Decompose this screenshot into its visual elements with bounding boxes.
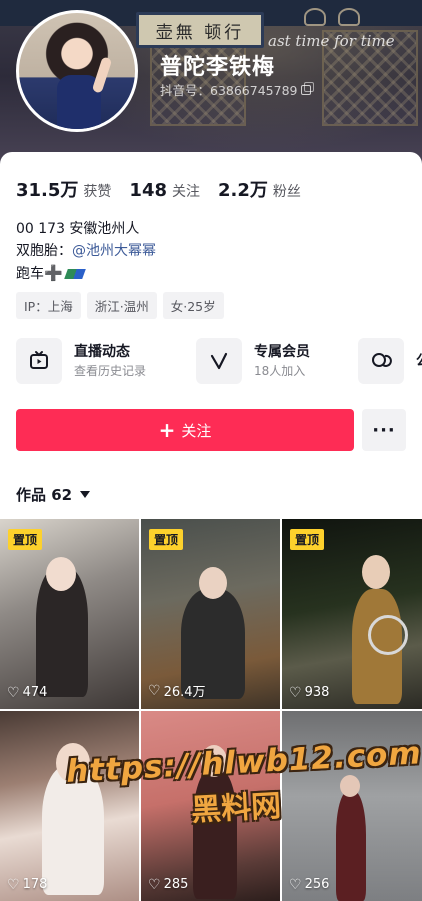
thumbnail-figure [201, 745, 227, 777]
pinned-badge: 置顶 [8, 529, 43, 550]
thumbnail-figure [199, 567, 227, 599]
nickname: 普陀李铁梅 [160, 55, 276, 80]
heart-icon: ♡ [289, 684, 302, 701]
heart-icon: ♡ [148, 876, 161, 893]
like-count-value: 285 [163, 877, 189, 892]
cover-script-text: ast time for time [268, 32, 395, 50]
thumbnail-figure [46, 557, 76, 591]
follow-label: 关注 [181, 421, 212, 440]
pinned-badge: 置顶 [149, 529, 184, 550]
like-count: ♡ 474 [7, 685, 47, 700]
lantern-decor [338, 8, 360, 26]
feature-subtitle: 18人加入 [254, 364, 306, 378]
feature-live[interactable]: 直播动态 查看历史记录 [16, 338, 146, 384]
feature-subtitle: 查看历史记录 [74, 364, 147, 378]
bio-line: 双胞胎：@池州大幂幂 [16, 240, 156, 262]
video-thumbnail[interactable]: 置顶 ♡ 26.4万 [141, 519, 280, 709]
bio: 00 173 安徽池州人 双胞胎：@池州大幂幂 跑车➕ [16, 218, 156, 284]
plus-icon: + [158, 418, 176, 442]
stats-row: 31.5万 获赞 148 关注 2.2万 粉丝 [16, 176, 301, 202]
heart-icon: ♡ [289, 876, 302, 893]
stat-label: 粉丝 [272, 184, 301, 200]
stat-value: 148 [129, 180, 167, 201]
bio-text: 双胞胎： [16, 243, 72, 259]
thumbnail-figure [56, 743, 90, 783]
lantern-decor [304, 8, 326, 26]
flag-emoji-icon [63, 269, 86, 279]
feature-row: 直播动态 查看历史记录 专属会员 18人加入 公 [16, 338, 422, 386]
chat-icon [358, 338, 404, 384]
stat-followers[interactable]: 2.2万 粉丝 [218, 176, 301, 202]
avatar[interactable] [16, 10, 138, 132]
feature-membership[interactable]: 专属会员 18人加入 [196, 338, 310, 384]
heart-icon: ♡ [7, 684, 20, 701]
thumbnail-figure [336, 791, 366, 901]
stat-likes[interactable]: 31.5万 获赞 [16, 176, 111, 202]
like-count-value: 938 [304, 685, 330, 700]
follow-button[interactable]: + 关注 [16, 409, 354, 451]
thumbnail-figure [340, 775, 360, 797]
video-grid: 置顶 ♡ 474 置顶 ♡ 26.4万 置顶 ♡ 938 ♡ 178 ♡ 285 ♡ 256 [0, 519, 422, 901]
bio-line: 00 173 安徽池州人 [16, 221, 140, 237]
mention-link[interactable]: @池州大幂幂 [72, 243, 156, 259]
like-count-value: 178 [22, 877, 48, 892]
pinned-badge: 置顶 [290, 529, 325, 550]
plus-emoji-icon: ➕ [44, 264, 63, 282]
video-thumbnail[interactable]: ♡ 178 [0, 711, 139, 901]
stat-value: 2.2万 [218, 180, 268, 201]
tab-works[interactable]: 作品 62 [16, 484, 91, 505]
heart-icon: ♡ [7, 876, 20, 893]
like-count: ♡ 285 [148, 877, 188, 892]
like-count-value: 474 [22, 685, 48, 700]
bio-text: 跑车 [16, 266, 44, 282]
thumbnail-figure [193, 769, 237, 899]
tag-row: IP：上海 浙江·温州 女·25岁 [16, 292, 224, 319]
feature-title: 公 [416, 351, 422, 371]
thumbnail-figure [362, 555, 390, 589]
tag-ip: IP：上海 [16, 292, 81, 319]
stat-label: 获赞 [83, 184, 112, 200]
feature-group[interactable]: 公 [358, 338, 422, 384]
video-thumbnail[interactable]: 置顶 ♡ 474 [0, 519, 139, 709]
tag-gender-age: 女·25岁 [162, 292, 224, 319]
cover-plaque: 壶無 顿行 [136, 12, 264, 48]
stat-label: 关注 [172, 184, 200, 200]
thumbnail-figure [42, 765, 104, 895]
works-label: 作品 62 [16, 486, 73, 504]
stat-value: 31.5万 [16, 180, 79, 201]
tv-icon [16, 338, 62, 384]
tag-location: 浙江·温州 [86, 292, 157, 319]
ring-light-decor [368, 615, 408, 655]
stat-following[interactable]: 148 关注 [129, 180, 200, 201]
feature-title: 专属会员 [254, 344, 310, 360]
bio-line: 跑车➕ [16, 262, 156, 284]
feature-title: 直播动态 [74, 344, 130, 360]
heart-icon: ♡ [148, 682, 161, 699]
like-count: ♡ 178 [7, 877, 47, 892]
video-thumbnail[interactable]: ♡ 285 [141, 711, 280, 901]
v-icon [196, 338, 242, 384]
like-count-value: 26.4万 [163, 685, 206, 700]
video-thumbnail[interactable]: 置顶 ♡ 938 [282, 519, 422, 709]
douyin-id: 抖音号：63866745789 [160, 83, 298, 98]
copy-icon[interactable] [301, 81, 315, 95]
caret-down-icon [80, 491, 91, 498]
like-count: ♡ 938 [289, 685, 329, 700]
more-button[interactable]: ··· [362, 409, 406, 451]
like-count: ♡ 26.4万 [148, 681, 206, 701]
like-count-value: 256 [304, 877, 330, 892]
like-count: ♡ 256 [289, 877, 329, 892]
douyin-id-row[interactable]: 抖音号：63866745789 [160, 80, 315, 99]
video-thumbnail[interactable]: ♡ 256 [282, 711, 422, 901]
avatar-figure [91, 56, 113, 94]
